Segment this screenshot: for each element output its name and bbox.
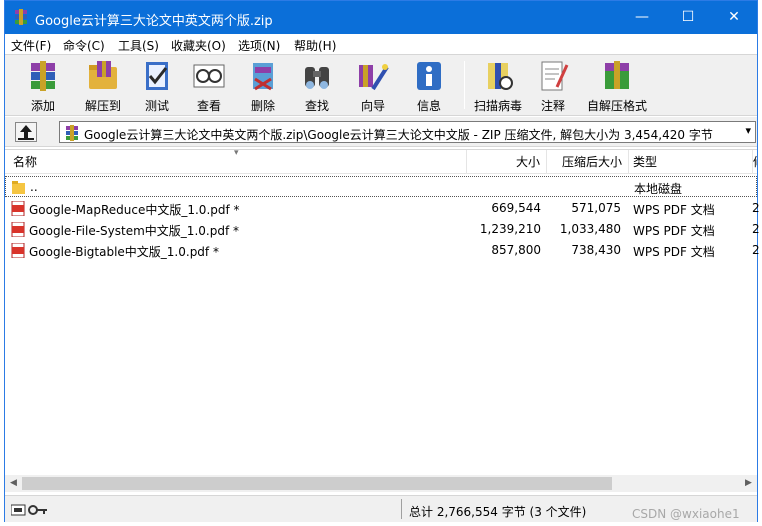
delete-icon [253, 63, 273, 91]
column-header-size[interactable]: 大小 [467, 150, 547, 174]
file-name: Google-File-System中文版_1.0.pdf * [29, 224, 239, 238]
file-packed-size: 1,033,480 [559, 222, 621, 236]
pdf-file-icon [11, 201, 25, 216]
file-packed-size: 571,075 [571, 201, 621, 215]
file-name: Google-MapReduce中文版_1.0.pdf * [29, 203, 240, 217]
file-modified: 2 [752, 243, 760, 257]
close-button[interactable]: ✕ [711, 1, 757, 34]
sort-indicator-icon: ▾ [234, 148, 239, 158]
status-summary: 总计 2,766,554 字节 (3 个文件) [409, 505, 587, 519]
arrow-up-icon [18, 125, 34, 140]
menu-help[interactable]: 帮助(H) [294, 37, 336, 54]
column-header-modified[interactable]: 修 [753, 150, 757, 174]
zip-archive-icon [66, 125, 78, 141]
pdf-file-icon [11, 222, 25, 237]
wizard-icon [359, 64, 389, 91]
file-type: 本地磁盘 [634, 182, 683, 196]
file-name: Google-Bigtable中文版_1.0.pdf * [29, 245, 219, 259]
file-packed-size: 738,430 [571, 243, 621, 257]
file-modified: 2 [752, 222, 760, 236]
toolbar-label: 信息 [416, 99, 441, 113]
info-icon [417, 62, 441, 90]
file-size: 669,544 [491, 201, 541, 215]
file-size: 857,800 [491, 243, 541, 257]
file-type: WPS PDF 文档 [633, 245, 715, 259]
minimize-button[interactable]: — [619, 1, 665, 34]
menu-command[interactable]: 命令(C) [63, 37, 105, 54]
virus-scan-icon [488, 63, 513, 90]
file-name: .. [30, 180, 38, 194]
column-header-type[interactable]: 类型 [629, 150, 753, 174]
menu-file[interactable]: 文件(F) [11, 37, 51, 54]
address-bar: Google云计算三大论文中英文两个版.zip\Google云计算三大论文中文版… [5, 117, 757, 147]
file-list[interactable]: 名称 ▾ 大小 压缩后大小 类型 修 .. 本地磁盘 Google-MapRed… [5, 148, 760, 475]
address-field[interactable]: Google云计算三大论文中英文两个版.zip\Google云计算三大论文中文版… [59, 121, 756, 143]
horizontal-scrollbar[interactable]: ◀ ▶ [5, 475, 757, 492]
winrar-app-icon [15, 9, 27, 25]
watermark: CSDN @wxiaohe1 [632, 507, 740, 521]
find-icon [305, 67, 329, 89]
menu-bar: 文件(F) 命令(C) 工具(S) 收藏夹(O) 选项(N) 帮助(H) [5, 34, 757, 54]
menu-tools[interactable]: 工具(S) [118, 37, 159, 54]
drive-key-icon [11, 504, 47, 516]
menu-options[interactable]: 选项(N) [238, 37, 280, 54]
scroll-right-icon[interactable]: ▶ [740, 475, 757, 492]
file-modified: 2 [752, 201, 760, 215]
list-item-parent[interactable]: .. 本地磁盘 [5, 176, 757, 197]
status-divider [401, 499, 402, 519]
file-type: WPS PDF 文档 [633, 203, 715, 217]
file-type: WPS PDF 文档 [633, 224, 715, 238]
test-icon [146, 62, 168, 90]
list-header: 名称 ▾ 大小 压缩后大小 类型 修 [5, 148, 757, 174]
menu-favorites[interactable]: 收藏夹(O) [171, 37, 226, 54]
scroll-left-icon[interactable]: ◀ [5, 475, 22, 492]
column-header-packed[interactable]: 压缩后大小 [547, 150, 629, 174]
scrollbar-thumb[interactable] [22, 477, 612, 490]
list-item[interactable]: Google-File-System中文版_1.0.pdf * 1,239,21… [5, 219, 760, 240]
toolbar: 添加 解压到 测试 查看 删除 查找 向导 信息 扫描病毒 注释 自解压格式 [5, 54, 757, 116]
toolbar-label: 自解压格式 [586, 99, 647, 113]
window-title: Google云计算三大论文中英文两个版.zip [35, 14, 273, 29]
extract-to-icon [89, 61, 117, 89]
list-item[interactable]: Google-MapReduce中文版_1.0.pdf * 669,544 57… [5, 198, 760, 219]
sfx-icon [605, 61, 629, 89]
address-path: Google云计算三大论文中英文两个版.zip\Google云计算三大论文中文版… [84, 128, 713, 142]
up-one-level-button[interactable] [15, 122, 37, 142]
view-icon [193, 64, 225, 88]
list-item[interactable]: Google-Bigtable中文版_1.0.pdf * 857,800 738… [5, 240, 760, 261]
toolbar-label: 注释 [540, 99, 565, 113]
title-bar[interactable]: Google云计算三大论文中英文两个版.zip — ☐ ✕ [5, 1, 757, 34]
file-size: 1,239,210 [479, 222, 541, 236]
add-archive-icon [31, 61, 55, 91]
comment-icon [541, 61, 569, 91]
folder-icon [12, 181, 25, 194]
maximize-button[interactable]: ☐ [665, 1, 711, 34]
archive-window: Google云计算三大论文中英文两个版.zip — ☐ ✕ 文件(F) 命令(C… [4, 0, 760, 522]
chevron-down-icon[interactable]: ▾ [745, 124, 751, 137]
pdf-file-icon [11, 243, 25, 258]
